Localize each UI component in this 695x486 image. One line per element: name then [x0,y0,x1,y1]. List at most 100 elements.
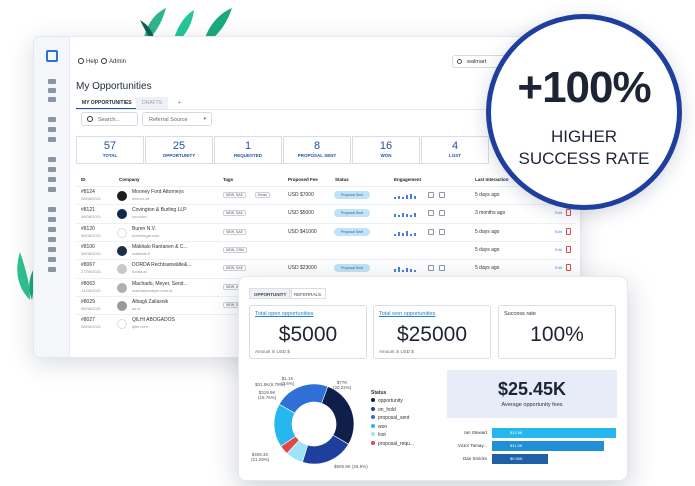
status-badge[interactable]: Proposal Sent [334,227,370,236]
referral-source-select[interactable]: Referral Source ▾ [142,112,212,126]
row-company[interactable]: Buren N.V. [132,226,156,232]
engagement-bar [398,215,400,218]
tab-referrals[interactable]: REFERRALS [289,288,327,299]
legend-item[interactable]: proposal_sent [371,415,414,424]
row-company[interactable]: Mooney Ford Attorneys [132,189,184,195]
table-row[interactable]: #8121 08/08/2021 Covington & Burling LLP co… [76,204,576,222]
fee-bar[interactable]: $0.50K [492,454,548,464]
legend-item[interactable]: on_hold [371,406,414,416]
column-header-status[interactable]: Status [335,177,349,182]
company-avatar [117,264,127,275]
row-tag[interactable]: NEW, SAE [223,192,246,198]
sidebar-nav-icon[interactable] [48,137,56,142]
sidebar-nav-icon[interactable] [48,207,56,212]
table-row[interactable]: #8124 08/08/2021 Mooney Ford Attorneys mfa.… [76,186,576,204]
tab-drafts[interactable]: DRAFTS [136,97,168,109]
tab-my-opportunities[interactable]: MY OPPORTUNITIES [76,97,138,109]
table-row[interactable]: #8120 08/08/2021 Buren N.V. burenlegal.com N… [76,222,576,241]
admin-link[interactable]: Admin [101,58,126,65]
help-link[interactable]: Help [78,58,98,65]
legend-item[interactable]: proposal_requ... [371,440,414,450]
legend-item[interactable]: won [371,423,414,433]
stat-requested[interactable]: 1 REQUESTED [214,136,282,164]
stat-total[interactable]: 57 TOTAL [76,136,144,164]
sidebar-nav-icon[interactable] [48,237,56,242]
stat-opportunity[interactable]: 25 OPPORTUNITY [145,136,213,164]
stat-value: 4 [451,140,459,152]
edit-link[interactable]: Edit [555,247,562,252]
sidebar-nav-icon[interactable] [48,187,56,192]
notes-icon[interactable] [428,192,434,198]
row-company[interactable]: Covington & Burling LLP [132,207,186,213]
edit-link[interactable]: Edit [555,210,562,215]
column-header-tags[interactable]: Tags [223,177,233,182]
row-company[interactable]: Albagli Zaliasnik [132,299,168,305]
stat-value: 8 [313,140,321,152]
row-id: #8121 [81,207,95,214]
column-header-fee[interactable]: Proposed Fee [288,177,318,182]
sidebar-nav-icon[interactable] [48,217,56,222]
calendar-icon[interactable] [439,265,445,272]
kpi-title-link[interactable]: Total open opportunities [255,311,313,317]
sidebar-nav-icon[interactable] [48,97,56,102]
engagement-bar [402,213,404,218]
notes-icon[interactable] [428,265,434,272]
delete-icon[interactable] [566,264,571,272]
edit-link[interactable]: Edit [555,229,562,234]
add-tab-button[interactable]: + [172,97,187,109]
notes-icon[interactable] [428,210,434,217]
sidebar-nav-icon[interactable] [48,227,56,232]
legend-item[interactable]: opportunity [371,398,414,407]
stat-won[interactable]: 16 WON [352,136,420,164]
calendar-icon[interactable] [439,210,445,217]
sidebar-nav-icon[interactable] [48,267,56,272]
edit-link[interactable]: Edit [555,265,562,270]
delete-icon[interactable] [566,209,571,217]
delete-icon[interactable] [566,245,571,253]
stat-lost[interactable]: 4 LOST [421,136,489,164]
column-header-engagement[interactable]: Engagement [394,177,421,182]
sidebar-nav-icon[interactable] [48,79,56,84]
row-company[interactable]: QILHI ABOGADOS [132,317,175,323]
donut-slice[interactable] [321,386,355,445]
sidebar-nav-icon[interactable] [48,247,56,252]
app-logo-icon[interactable] [46,50,58,62]
row-tag[interactable]: NEW, CRM [223,246,247,253]
sidebar-nav-icon[interactable] [48,88,56,93]
fee-bar[interactable]: $11.5K [492,441,604,451]
table-row[interactable]: #8067 27/06/2021 DORDA Rechtsanwälte&... do… [76,259,576,277]
row-company[interactable]: Mäkitalo Rantanen & C... [132,244,188,250]
legend-item[interactable]: lost [371,432,414,441]
kpi-title-link[interactable]: Total won opportunities [379,311,435,317]
status-badge[interactable]: Proposal Sent [334,209,370,218]
status-badge[interactable]: Proposal Sent [334,264,370,273]
sidebar-nav-icon[interactable] [48,157,56,162]
row-tag[interactable]: NEW, SAE [223,228,246,235]
row-company[interactable]: DORDA Rechtsanwälte&... [132,262,191,268]
sidebar-nav-icon[interactable] [48,177,56,182]
column-header-company[interactable]: Company [119,177,140,182]
row-fee: USD $7000 [288,192,314,198]
stat-label: LOST [449,153,461,158]
tab-opportunity[interactable]: OPPORTUNITY [249,288,292,299]
column-header-last-interaction[interactable]: Last Interaction [475,177,509,182]
column-header-id[interactable]: ID [81,177,86,182]
notes-icon[interactable] [428,228,434,235]
stat-proposal-sent[interactable]: 8 PROPOSAL SENT [283,136,351,164]
fee-bar[interactable]: $12.5K [492,428,616,438]
row-id: #8029 [81,298,95,305]
calendar-icon[interactable] [439,192,445,198]
search-input[interactable]: Search... [81,112,138,126]
status-badge[interactable]: Proposal Sent [334,191,370,199]
row-tag[interactable]: NEW, SAE [223,210,246,217]
sidebar-nav-icon[interactable] [48,257,56,262]
row-company[interactable]: Machado, Meyer, Send... [132,281,188,287]
row-tag[interactable]: NEW, SAE [223,265,246,272]
sidebar-nav-icon[interactable] [48,127,56,132]
row-tag[interactable]: Email [255,192,270,198]
sidebar-nav-icon[interactable] [48,167,56,172]
sidebar-nav-icon[interactable] [48,117,56,122]
table-row[interactable]: #8106 08/08/2021 Mäkitalo Rantanen & C... m… [76,240,576,259]
calendar-icon[interactable] [439,228,445,235]
delete-icon[interactable] [566,227,571,235]
